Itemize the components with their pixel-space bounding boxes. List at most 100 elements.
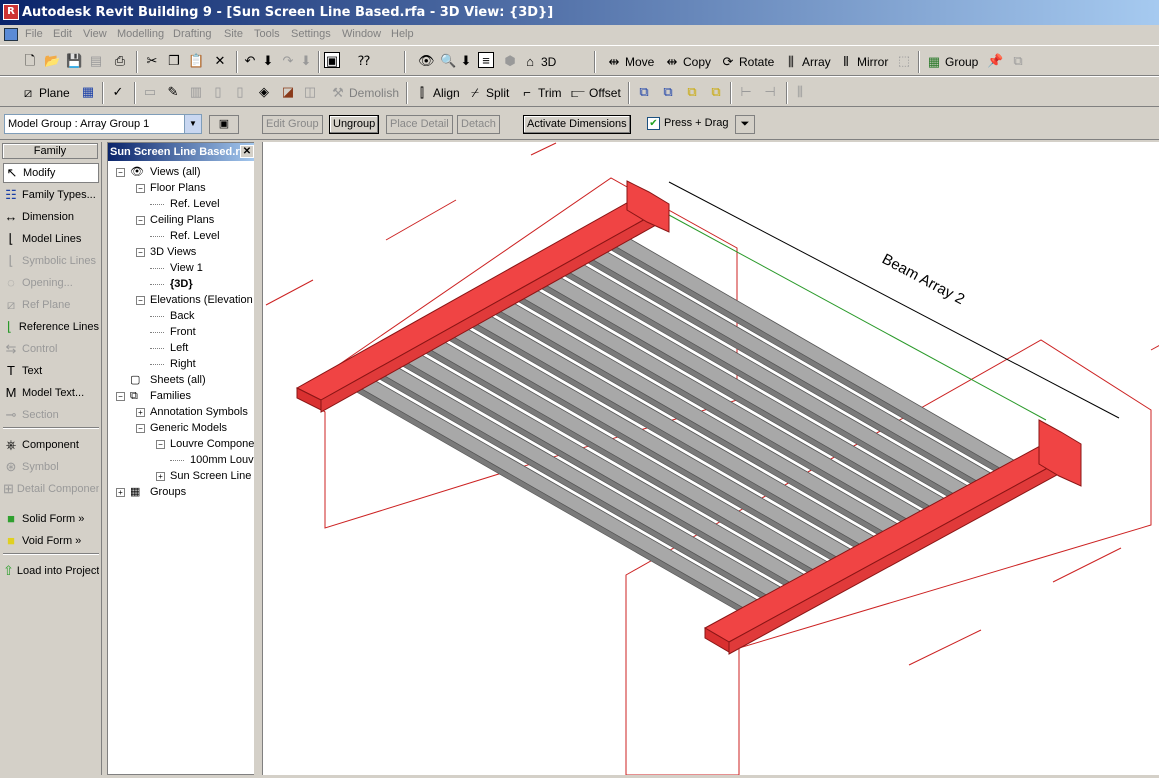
menu-window[interactable]: Window <box>342 28 381 40</box>
browser-node[interactable]: Groups <box>150 484 186 500</box>
family-tab[interactable]: Family <box>2 143 98 159</box>
unpin-icon[interactable]: ⧉ <box>1010 53 1026 69</box>
copy-clip-icon[interactable]: ❐ <box>166 53 182 69</box>
browser-node[interactable]: Families <box>150 388 191 404</box>
browser-node[interactable]: Left <box>170 340 188 356</box>
detach-button[interactable]: Detach <box>457 115 500 134</box>
browser-node[interactable]: Back <box>170 308 194 324</box>
family-item-text[interactable]: T Text <box>3 361 99 381</box>
view-eye-icon[interactable]: 👁 <box>418 53 435 69</box>
collapse-icon[interactable]: − <box>136 248 145 257</box>
split-face-icon[interactable]: ▥ <box>188 84 204 100</box>
family-item-family-types[interactable]: ☷ Family Types... <box>3 185 99 205</box>
menu-modelling[interactable]: Modelling <box>117 28 164 40</box>
plane-button[interactable]: ⧄ Plane <box>20 83 70 102</box>
expand-icon[interactable]: + <box>156 472 165 481</box>
collapse-icon[interactable]: − <box>136 216 145 225</box>
expand-icon[interactable]: + <box>116 488 125 497</box>
family-item-symbolic-lines[interactable]: ⌊ Symbolic Lines <box>3 251 99 271</box>
press-drag-checkbox[interactable]: ✔ <box>647 117 660 130</box>
family-item-reference-lines[interactable]: ⌊ Reference Lines <box>3 317 99 337</box>
browser-node[interactable]: Annotation Symbols <box>150 404 248 420</box>
expand-icon[interactable]: + <box>136 408 145 417</box>
open-icon[interactable]: 📂 <box>44 53 60 69</box>
paint-bucket-icon[interactable]: ◈ <box>256 84 272 100</box>
redo-list-icon[interactable]: ⬇ <box>298 53 314 69</box>
family-item-model-lines[interactable]: ⌊ Model Lines <box>3 229 99 249</box>
collapse-icon[interactable]: − <box>156 440 165 449</box>
group-button[interactable]: ▦ Group <box>926 52 979 71</box>
new-icon[interactable]: 🗋 <box>22 53 38 69</box>
place-detail-button[interactable]: Place Detail <box>386 115 453 134</box>
array-button[interactable]: ⫼ Array <box>783 52 831 71</box>
document-icon[interactable] <box>4 28 18 41</box>
browser-node[interactable]: Front <box>170 324 196 340</box>
family-item-ref-plane[interactable]: ⧄ Ref Plane <box>3 295 99 315</box>
family-item-void-form[interactable]: ■ Void Form » <box>3 531 99 551</box>
type-selector[interactable]: Model Group : Array Group 1 ▼ <box>4 114 202 134</box>
delete-icon[interactable]: ✕ <box>212 53 228 69</box>
beam-system-icon[interactable]: ⫼ <box>792 84 808 100</box>
family-item-symbol[interactable]: ⊛ Symbol <box>3 457 99 477</box>
family-item-solid-form[interactable]: ■ Solid Form » <box>3 509 99 529</box>
browser-node[interactable]: Ceiling Plans <box>150 212 214 228</box>
chevron-down-icon[interactable]: ▼ <box>184 115 201 133</box>
browser-node[interactable]: 100mm Louvre <box>190 452 263 468</box>
wall-opening-icon[interactable]: ⊣ <box>762 84 778 100</box>
eyedropper-icon[interactable]: ✎ <box>165 84 181 100</box>
element-properties-button[interactable]: ▣ <box>209 115 239 134</box>
collapse-icon[interactable]: − <box>136 296 145 305</box>
uncut-geometry-icon[interactable]: ◫ <box>302 84 318 100</box>
3d-model-canvas[interactable]: Beam Array 2 <box>263 142 1159 776</box>
undo-icon[interactable]: ↶ <box>242 53 258 69</box>
paste-aligned-icon[interactable]: ⧉ <box>660 84 676 100</box>
save-icon[interactable]: 💾 <box>66 53 82 69</box>
cut-icon[interactable]: ✂ <box>144 53 160 69</box>
family-item-dimension[interactable]: ↔ Dimension <box>3 207 99 227</box>
unjoin-icon[interactable]: ▯ <box>232 84 248 100</box>
close-icon[interactable]: ✕ <box>240 145 254 158</box>
demolish-button[interactable]: ⚒ Demolish <box>330 83 399 102</box>
browser-node[interactable]: Views (all) <box>150 164 201 180</box>
paste-icon[interactable]: 📋 <box>188 53 204 69</box>
family-item-section[interactable]: ⊸ Section <box>3 405 99 425</box>
paint-icon[interactable]: ▭ <box>142 84 158 100</box>
zoom-icon[interactable]: 🔍 <box>440 53 456 69</box>
pin-icon[interactable]: 📌 <box>987 53 1003 69</box>
family-item-control[interactable]: ⇆ Control <box>3 339 99 359</box>
wall-joins-icon[interactable]: ⊢ <box>738 84 754 100</box>
split-button[interactable]: ⌿ Split <box>467 83 509 102</box>
3d-viewport[interactable]: Beam Array 2 <box>262 142 1159 776</box>
menu-help[interactable]: Help <box>391 28 414 40</box>
browser-node[interactable]: Floor Plans <box>150 180 206 196</box>
collapse-icon[interactable]: − <box>136 424 145 433</box>
collapse-icon[interactable]: − <box>116 168 125 177</box>
menu-file[interactable]: File <box>25 28 43 40</box>
mirror-button[interactable]: ⫴ Mirror <box>838 52 888 71</box>
collapse-icon[interactable]: − <box>136 184 145 193</box>
undo-list-icon[interactable]: ⬇ <box>260 53 276 69</box>
properties-icon[interactable]: ▣ <box>324 52 340 68</box>
trim-button[interactable]: ⌐ Trim <box>519 83 561 102</box>
revit-app-icon[interactable]: R <box>3 4 19 20</box>
match-type-icon[interactable]: ⧉ <box>684 84 700 100</box>
menu-tools[interactable]: Tools <box>254 28 280 40</box>
align-button[interactable]: ⫿ Align <box>414 83 460 102</box>
print-icon[interactable]: ⎙ <box>112 53 128 69</box>
edit-group-button[interactable]: Edit Group <box>262 115 323 134</box>
grid-icon[interactable]: ▦ <box>80 84 96 100</box>
redo-icon[interactable]: ↷ <box>280 53 296 69</box>
browser-node[interactable]: Ref. Level <box>170 228 220 244</box>
menu-site[interactable]: Site <box>224 28 243 40</box>
browser-node[interactable]: Right <box>170 356 196 372</box>
browser-node[interactable]: Louvre Component <box>170 436 264 452</box>
join-icon[interactable]: ▯ <box>210 84 226 100</box>
family-item-opening[interactable]: ◌ Opening... <box>3 273 99 293</box>
move-button[interactable]: ⇹ Move <box>606 52 655 71</box>
menu-settings[interactable]: Settings <box>291 28 331 40</box>
family-item-component[interactable]: ⎈ Component <box>3 435 99 455</box>
menu-drafting[interactable]: Drafting <box>173 28 212 40</box>
family-item-model-text[interactable]: M Model Text... <box>3 383 99 403</box>
3d-view-button[interactable]: ⌂ 3D <box>522 52 556 71</box>
thin-lines-icon[interactable]: ≡ <box>478 52 494 68</box>
